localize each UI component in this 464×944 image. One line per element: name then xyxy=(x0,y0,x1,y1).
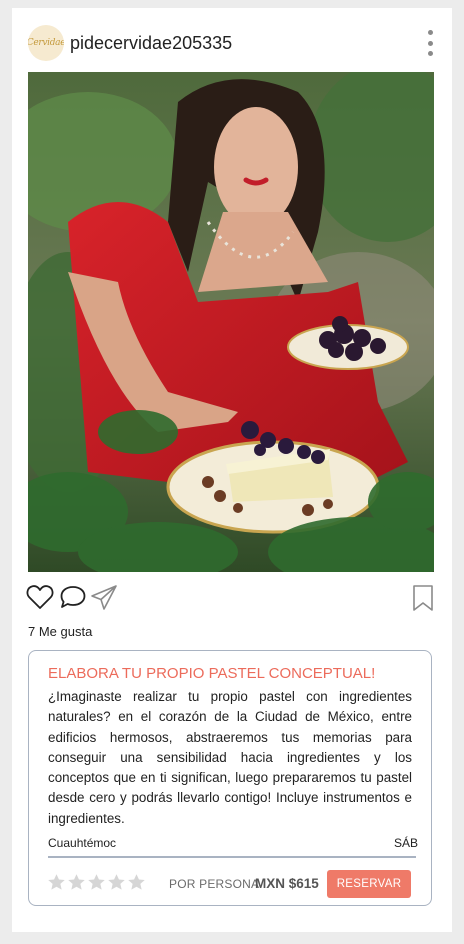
likes-count[interactable]: 7 Me gusta xyxy=(28,624,92,639)
star-icon[interactable] xyxy=(127,873,146,892)
share-icon[interactable] xyxy=(90,584,118,612)
price: MXN $615 xyxy=(255,876,319,891)
bookmark-icon[interactable] xyxy=(412,584,434,612)
divider xyxy=(48,856,416,858)
post-photo[interactable] xyxy=(28,72,434,572)
per-person-label: POR PERSONA xyxy=(169,877,260,891)
avatar-logo-text: Cervidae xyxy=(28,38,64,48)
star-icon[interactable] xyxy=(47,873,66,892)
more-options-icon[interactable] xyxy=(424,30,436,56)
post-header: Cervidae pidecervidae205335 xyxy=(28,24,436,62)
book-button[interactable]: RESERVAR xyxy=(327,870,411,898)
post-photo-illustration xyxy=(28,72,434,572)
comment-icon[interactable] xyxy=(59,584,87,610)
star-icon[interactable] xyxy=(67,873,86,892)
post-card: Cervidae pidecervidae205335 7 Me gusta E… xyxy=(12,8,452,932)
avatar[interactable]: Cervidae xyxy=(28,25,64,61)
experience-day: SÁB xyxy=(393,836,418,850)
experience-card: ELABORA TU PROPIO PASTEL CONCEPTUAL! ¿Im… xyxy=(28,650,432,906)
star-icon[interactable] xyxy=(107,873,126,892)
rating-stars xyxy=(47,873,146,892)
post-actions-bar xyxy=(26,584,434,614)
heart-icon[interactable] xyxy=(26,584,54,610)
star-icon[interactable] xyxy=(87,873,106,892)
experience-location: Cuauhtémoc xyxy=(48,836,117,850)
username[interactable]: pidecervidae205335 xyxy=(70,33,232,54)
experience-description: ¿Imaginaste realizar tu propio pastel co… xyxy=(48,689,412,826)
experience-title[interactable]: ELABORA TU PROPIO PASTEL CONCEPTUAL! xyxy=(48,665,375,682)
